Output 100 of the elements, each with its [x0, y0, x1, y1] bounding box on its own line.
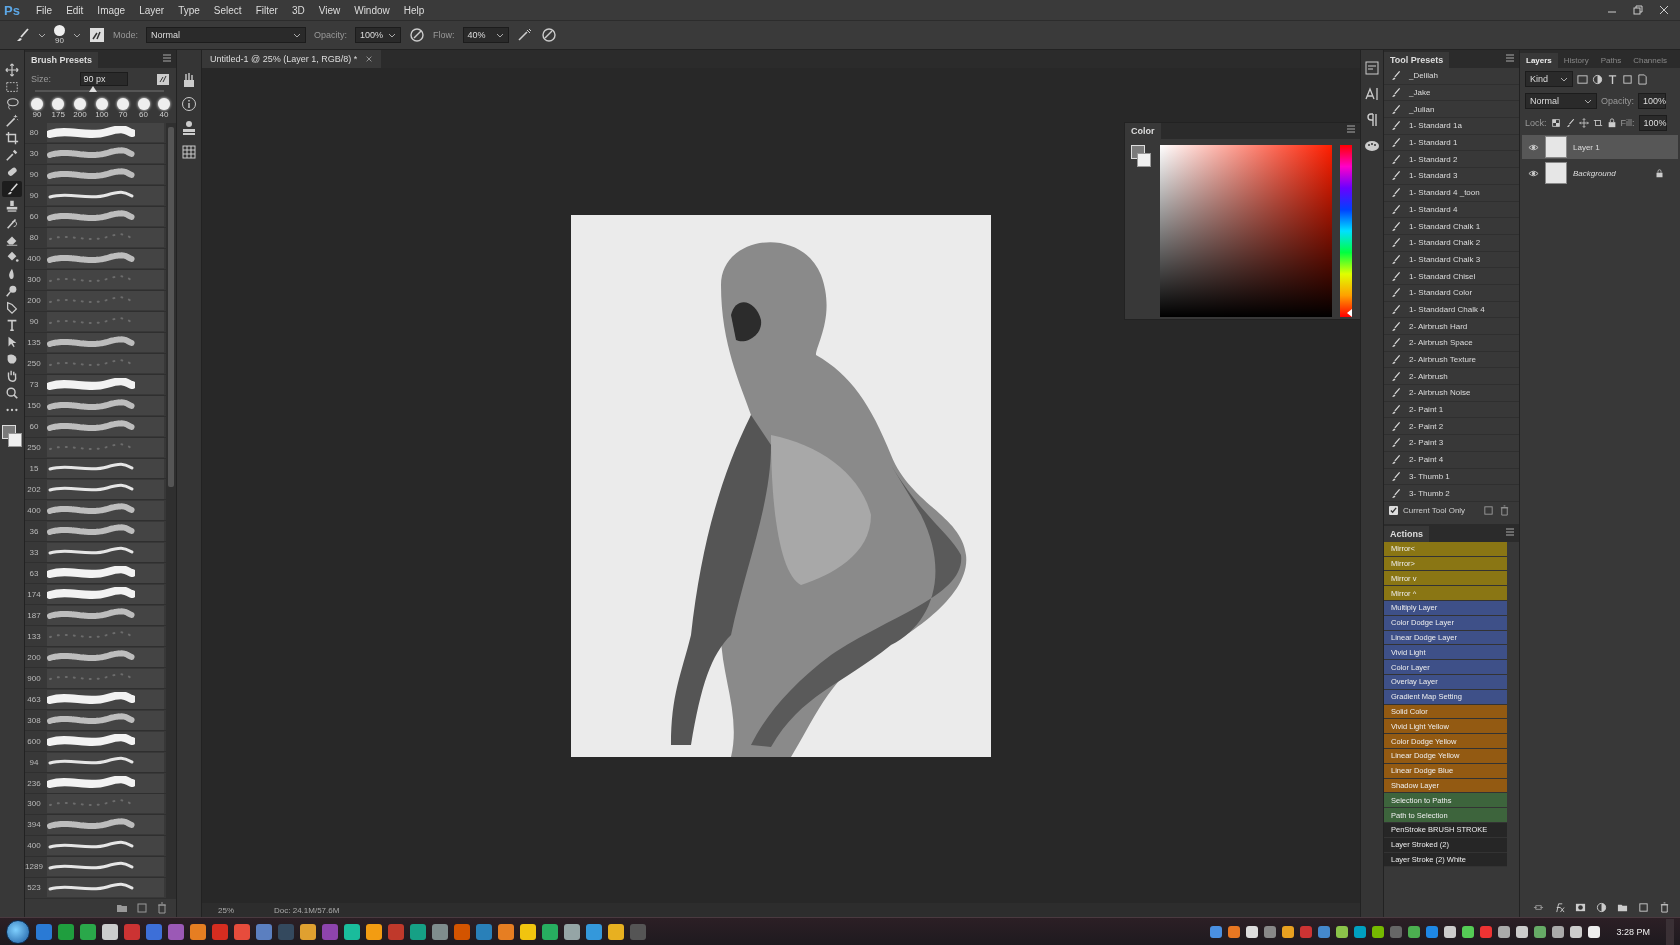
app-icon[interactable] — [564, 923, 580, 940]
brush-preset[interactable] — [47, 773, 164, 793]
smart-object-filter-icon[interactable] — [1637, 73, 1648, 85]
menu-item[interactable]: 3D — [285, 4, 311, 16]
tool-preset[interactable]: 2- Paint 3 — [1384, 435, 1519, 452]
tool-preset[interactable]: 2- Airbrush — [1384, 368, 1519, 386]
tool-preset[interactable]: 2- Airbrush Noise — [1384, 385, 1519, 402]
tray-icon[interactable] — [1570, 925, 1583, 938]
panel-tab[interactable]: Actions — [1384, 525, 1429, 542]
new-icon[interactable] — [1483, 505, 1494, 517]
layer-row[interactable]: Layer 1 — [1522, 135, 1678, 159]
app-icon[interactable] — [520, 923, 536, 940]
layer-row[interactable]: Background — [1522, 161, 1678, 185]
menu-item[interactable]: File — [30, 4, 59, 16]
filter-dropdown[interactable]: Kind — [1525, 71, 1573, 87]
tray-icon[interactable] — [1228, 925, 1241, 938]
opacity-field[interactable]: 100% — [1638, 93, 1666, 109]
tool-preset[interactable]: 1- Standard Chalk 2 — [1384, 234, 1519, 252]
zoom-level[interactable]: 25% — [218, 905, 234, 915]
app-icon[interactable] — [608, 923, 624, 940]
tool-button[interactable] — [2, 62, 22, 78]
hue-marker[interactable] — [1347, 309, 1352, 317]
properties-icon[interactable] — [1364, 60, 1380, 76]
menu-item[interactable]: Help — [397, 4, 431, 16]
tool-preset[interactable]: _Julian — [1384, 101, 1519, 119]
brush-preset[interactable] — [47, 731, 164, 751]
brush-preset[interactable] — [47, 605, 164, 625]
grid-icon[interactable] — [181, 144, 197, 160]
tool-preset[interactable]: 2- Airbrush Hard — [1384, 318, 1519, 335]
hue-slider[interactable] — [1340, 145, 1352, 317]
tool-preset[interactable]: 1- Standard 3 — [1384, 168, 1519, 185]
trash-icon[interactable] — [1499, 505, 1510, 517]
brush-preset[interactable] — [47, 710, 164, 730]
palette-icon[interactable] — [1364, 138, 1380, 154]
paragraph-icon[interactable] — [1364, 112, 1380, 128]
brush-preset[interactable] — [47, 689, 164, 709]
app-icon[interactable] — [190, 923, 206, 940]
image-filter-icon[interactable] — [1577, 73, 1588, 85]
brush-preset[interactable] — [47, 417, 164, 437]
app-icon[interactable] — [366, 923, 382, 940]
checkbox[interactable] — [1389, 506, 1398, 516]
character-icon[interactable] — [1364, 86, 1380, 102]
app-icon[interactable] — [410, 923, 426, 940]
tool-preset[interactable]: 2- Airbrush Texture — [1384, 351, 1519, 369]
menu-item[interactable]: Select — [207, 4, 248, 16]
close-icon[interactable] — [1658, 4, 1670, 16]
app-icon[interactable] — [542, 923, 558, 940]
adjustment-filter-icon[interactable] — [1592, 73, 1603, 85]
size-field[interactable]: 90 px — [79, 72, 128, 86]
tool-preset[interactable]: 2- Paint 2 — [1384, 418, 1519, 436]
lock-icon[interactable] — [1606, 118, 1617, 128]
brush-preset[interactable] — [47, 878, 164, 898]
tool-preset[interactable]: 3- Thumb 1 — [1384, 468, 1519, 486]
tray-icon[interactable] — [1444, 925, 1457, 938]
brush-preset[interactable] — [47, 857, 164, 877]
airbrush-icon[interactable] — [516, 27, 533, 43]
tool-preset[interactable]: 1- Standard 4 — [1384, 201, 1519, 219]
opacity-field[interactable]: 100% — [355, 27, 402, 43]
lock-pixels-icon[interactable] — [1550, 118, 1561, 128]
app-icon[interactable] — [498, 923, 514, 940]
brush-preset[interactable] — [47, 542, 164, 562]
tool-preset[interactable]: 1- Standard Chalk 1 — [1384, 218, 1519, 235]
app-icon[interactable] — [344, 923, 360, 940]
brush-preset[interactable] — [47, 144, 164, 164]
brush-preset[interactable] — [47, 186, 164, 206]
brush-preset[interactable] — [47, 396, 164, 416]
menu-icon[interactable] — [1505, 53, 1515, 63]
app-icon[interactable] — [432, 923, 448, 940]
tray-icon[interactable] — [1516, 925, 1529, 938]
tool-preset[interactable]: 3- Thumb 2 — [1384, 485, 1519, 502]
brush-preset[interactable] — [47, 521, 164, 541]
tool-preset[interactable]: 1- Standard 4 _toon — [1384, 184, 1519, 202]
tray-icon[interactable] — [1462, 925, 1475, 938]
tray-icon[interactable] — [1408, 925, 1421, 938]
trash-icon[interactable] — [156, 902, 168, 914]
panel-tab[interactable]: Color — [1125, 123, 1161, 139]
brush-panel-icon[interactable] — [89, 27, 105, 43]
menu-item[interactable]: Image — [91, 4, 132, 16]
brush-preset[interactable] — [47, 752, 164, 772]
panel-tab[interactable]: Channels — [1627, 53, 1673, 68]
menu-item[interactable]: Type — [172, 4, 206, 16]
brush-preset[interactable] — [47, 123, 164, 143]
brush-preset[interactable] — [47, 500, 164, 520]
tray-icon[interactable] — [1246, 925, 1259, 938]
brush-tip[interactable]: 200 — [73, 98, 87, 119]
info-icon[interactable] — [181, 96, 197, 112]
tray-icon[interactable] — [1336, 925, 1349, 938]
brush-icon[interactable] — [1564, 118, 1575, 128]
brush-preset[interactable] — [47, 165, 164, 185]
new-preset-icon[interactable] — [156, 72, 170, 86]
tool-preset[interactable]: _Jake — [1384, 84, 1519, 102]
tool-preset[interactable]: 1- Standdard Chalk 4 — [1384, 301, 1519, 319]
tray-icon[interactable] — [1588, 925, 1601, 938]
brush-preset[interactable] — [47, 249, 164, 269]
document-tab[interactable]: Untitled-1 @ 25% (Layer 1, RGB/8) * — [202, 50, 382, 68]
tool-preset[interactable]: _Delilah — [1384, 68, 1519, 85]
start-button[interactable] — [6, 919, 30, 944]
panel-tab[interactable]: Paths — [1594, 53, 1628, 68]
menu-icon[interactable] — [1346, 124, 1356, 134]
tray-icon[interactable] — [1534, 925, 1547, 938]
